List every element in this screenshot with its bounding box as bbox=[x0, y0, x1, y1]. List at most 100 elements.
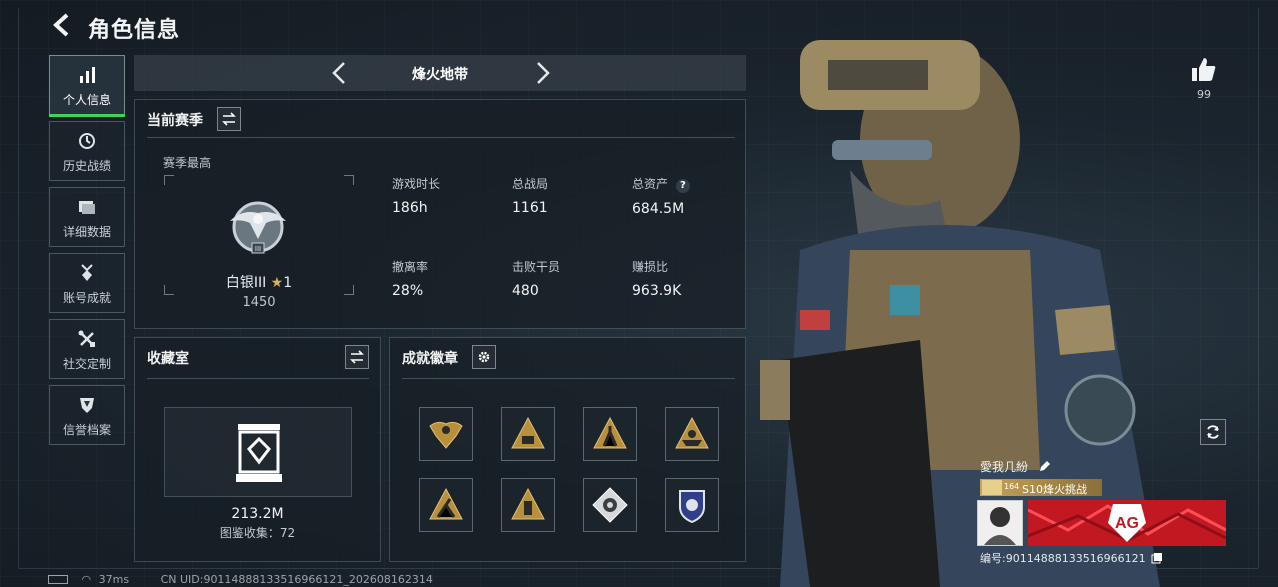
badge-eagle-icon bbox=[429, 421, 463, 449]
stat-value: 963.9K bbox=[632, 283, 682, 299]
wifi-icon: ◠ bbox=[81, 573, 92, 586]
badge-triangle-icon bbox=[511, 487, 545, 520]
stat-label: 撤离率 bbox=[392, 260, 429, 274]
badge-slot[interactable] bbox=[419, 478, 473, 532]
stat-extraction-rate: 撤离率 28% bbox=[392, 258, 428, 299]
shield-icon bbox=[80, 398, 94, 413]
player-name: 愛我几紛 bbox=[980, 460, 1029, 474]
refresh-icon bbox=[1207, 425, 1219, 439]
sidebar-item-label: 历史战绩 bbox=[62, 159, 111, 173]
svg-text:AG: AG bbox=[1115, 515, 1139, 532]
sidebar-item-achievements[interactable]: 账号成就 bbox=[49, 253, 125, 313]
gear-icon bbox=[478, 351, 490, 363]
collection-value: 213.2M bbox=[231, 506, 284, 522]
badge-slot[interactable] bbox=[583, 478, 637, 532]
medal-icon bbox=[81, 264, 93, 281]
folder-icon bbox=[79, 201, 95, 214]
rank-name: 白银III bbox=[225, 275, 267, 291]
stat-profit-ratio: 赚损比 963.9K bbox=[632, 258, 681, 299]
edit-icon[interactable] bbox=[1038, 459, 1052, 473]
sidebar-item-credit-record[interactable]: 信誉档案 bbox=[49, 385, 125, 445]
history-icon bbox=[79, 133, 95, 149]
like-button[interactable] bbox=[1189, 55, 1219, 85]
player-id: 编号:9011488813351696612​1 bbox=[980, 552, 1146, 565]
mode-selector: 烽火地带 bbox=[134, 55, 746, 91]
player-banner: AG bbox=[1028, 500, 1226, 546]
badge-police-icon bbox=[679, 490, 705, 524]
player-avatar[interactable] bbox=[977, 500, 1023, 546]
player-name-row: 愛我几紛 bbox=[980, 458, 1052, 475]
catalog-count: 图鉴收集：72 bbox=[219, 526, 296, 540]
status-bar: ◠ 37ms CN UID:9011488813351696612​1_2026… bbox=[48, 573, 433, 586]
season-panel: 当前赛季 赛季最高 III 白银III ★1 1450 游戏时长 186h 总战… bbox=[134, 99, 746, 329]
badge-rose-icon bbox=[592, 487, 628, 523]
achievements-divider bbox=[402, 378, 735, 379]
level-badge-icon bbox=[982, 480, 1002, 495]
mode-next-button[interactable] bbox=[528, 59, 556, 87]
stat-label-text: 总资产 bbox=[632, 177, 669, 191]
stat-kills: 击败干员 480 bbox=[512, 258, 560, 299]
season-tag: S10烽火挑战 bbox=[1022, 483, 1087, 496]
player-level-tag: 164 S10烽火挑战 bbox=[980, 479, 1102, 496]
stat-play-time: 游戏时长 186h bbox=[392, 175, 440, 216]
sidebar-item-label: 信誉档案 bbox=[62, 423, 111, 437]
like-count: 99 bbox=[1197, 88, 1211, 101]
collection-panel[interactable]: 收藏室 213.2M 图鉴收集：72 bbox=[134, 337, 381, 562]
badge-slot[interactable] bbox=[583, 407, 637, 461]
sidebar-item-label: 账号成就 bbox=[62, 291, 111, 305]
refresh-button[interactable] bbox=[1200, 419, 1226, 445]
team-banner-image: AG bbox=[1028, 500, 1226, 546]
stat-label: 总资产 ? bbox=[632, 175, 690, 193]
rank-score: 1450 bbox=[242, 295, 276, 310]
swap-icon bbox=[350, 350, 364, 364]
badge-runner-icon bbox=[429, 487, 463, 520]
stat-total-assets: 总资产 ? 684.5M bbox=[632, 175, 690, 217]
battery-icon bbox=[48, 575, 68, 584]
stat-label: 赚损比 bbox=[632, 260, 669, 274]
collection-display bbox=[164, 407, 352, 497]
mode-title: 烽火地带 bbox=[412, 67, 468, 83]
avatar-image bbox=[984, 507, 1016, 545]
badge-slot[interactable] bbox=[501, 478, 555, 532]
sidebar-item-label: 个人信息 bbox=[62, 93, 111, 107]
achievements-settings-button[interactable] bbox=[472, 345, 496, 369]
rank-info: 白银III ★1 1450 bbox=[164, 100, 354, 330]
sidebar-item-history[interactable]: 历史战绩 bbox=[49, 121, 125, 181]
star-icon: ★ bbox=[270, 275, 284, 291]
ping-value: 37ms bbox=[98, 573, 130, 586]
stat-value: 1161 bbox=[512, 200, 548, 216]
stat-value: 480 bbox=[512, 283, 539, 299]
collection-switch-button[interactable] bbox=[345, 345, 369, 369]
copy-icon[interactable] bbox=[1151, 552, 1163, 564]
tools-icon bbox=[78, 330, 95, 347]
uid-text: CN UID:9011488813351696612​1_20260816231… bbox=[160, 573, 433, 586]
sidebar-item-detailed-data[interactable]: 详细数据 bbox=[49, 187, 125, 247]
player-level: 164 bbox=[1004, 482, 1020, 491]
achievements-title: 成就徽章 bbox=[402, 351, 458, 367]
badge-boat-icon bbox=[675, 416, 709, 449]
stat-value: 684.5M bbox=[632, 201, 685, 217]
stat-label: 总战局 bbox=[512, 177, 549, 191]
badge-slot[interactable] bbox=[501, 407, 555, 461]
badge-slot[interactable] bbox=[665, 478, 719, 532]
stat-label: 游戏时长 bbox=[392, 177, 441, 191]
sidebar-item-social-custom[interactable]: 社交定制 bbox=[49, 319, 125, 379]
back-button[interactable] bbox=[48, 10, 78, 40]
sidebar-item-label: 详细数据 bbox=[62, 225, 111, 239]
badge-slot[interactable] bbox=[419, 407, 473, 461]
thumbs-up-icon bbox=[1192, 58, 1216, 81]
stat-total-matches: 总战局 1161 bbox=[512, 175, 548, 216]
chevron-right-icon bbox=[537, 62, 550, 84]
stat-value: 28% bbox=[392, 283, 424, 299]
achievements-panel: 成就徽章 bbox=[389, 337, 746, 562]
help-icon[interactable]: ? bbox=[675, 179, 690, 193]
badge-slot[interactable] bbox=[665, 407, 719, 461]
rank-name-line: 白银III ★1 bbox=[164, 272, 354, 292]
sidebar-item-personal-info[interactable]: 个人信息 bbox=[49, 55, 125, 117]
player-id-row: 编号:9011488813351696612​1 bbox=[980, 550, 1163, 566]
back-arrow-icon bbox=[53, 13, 69, 37]
rank-stars: 1 bbox=[283, 275, 293, 291]
collection-divider bbox=[147, 378, 369, 379]
stat-label: 击败干员 bbox=[512, 260, 561, 274]
page-title: 角色信息 bbox=[88, 18, 181, 43]
